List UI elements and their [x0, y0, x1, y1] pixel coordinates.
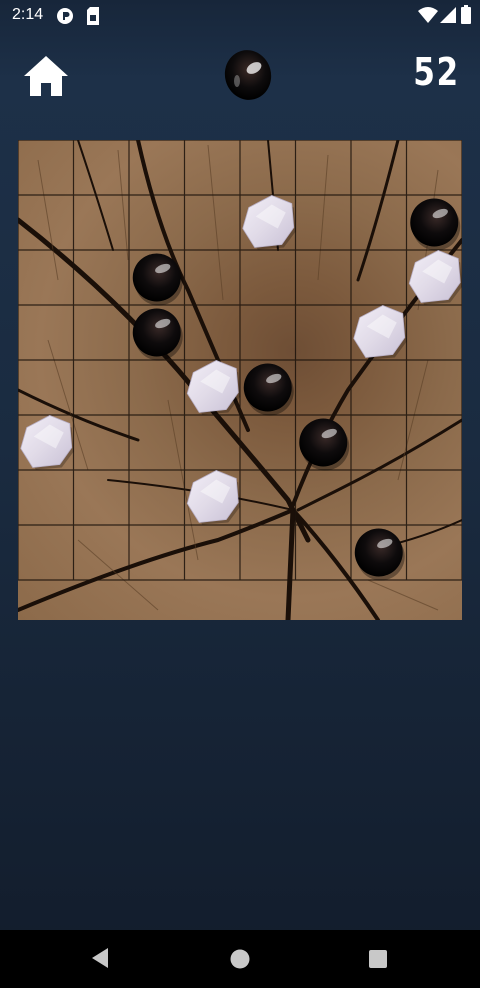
white-stone[interactable] [186, 360, 241, 415]
black-stone[interactable] [243, 363, 294, 416]
white-stone[interactable] [408, 250, 462, 305]
white-stone[interactable] [186, 470, 241, 525]
score-counter: 52 [413, 50, 460, 94]
status-time: 2:14 [12, 6, 44, 23]
signal-icon [440, 7, 456, 23]
board-surface [18, 140, 462, 620]
black-stone[interactable] [299, 418, 350, 471]
battery-icon [461, 5, 471, 24]
game-board[interactable] [18, 140, 462, 620]
current-turn-stone [224, 50, 272, 100]
board-grid [18, 140, 462, 581]
app-notification-icon [57, 8, 73, 24]
white-stone[interactable] [353, 305, 407, 360]
black-stone[interactable] [410, 198, 461, 251]
home-icon[interactable] [22, 54, 70, 98]
home-circle-icon[interactable] [229, 948, 251, 970]
wifi-icon [418, 7, 438, 23]
stones-layer [20, 195, 462, 581]
white-stone[interactable] [242, 195, 296, 250]
white-stone[interactable] [20, 415, 74, 470]
game-header: 52 [0, 30, 480, 130]
status-bar: 2:14 [0, 0, 480, 30]
system-nav-bar [0, 930, 480, 988]
back-triangle-icon[interactable] [90, 946, 110, 970]
sim-card-icon [87, 7, 99, 25]
recents-square-icon[interactable] [368, 949, 388, 969]
black-stone[interactable] [132, 308, 183, 361]
black-stone[interactable] [354, 528, 405, 581]
